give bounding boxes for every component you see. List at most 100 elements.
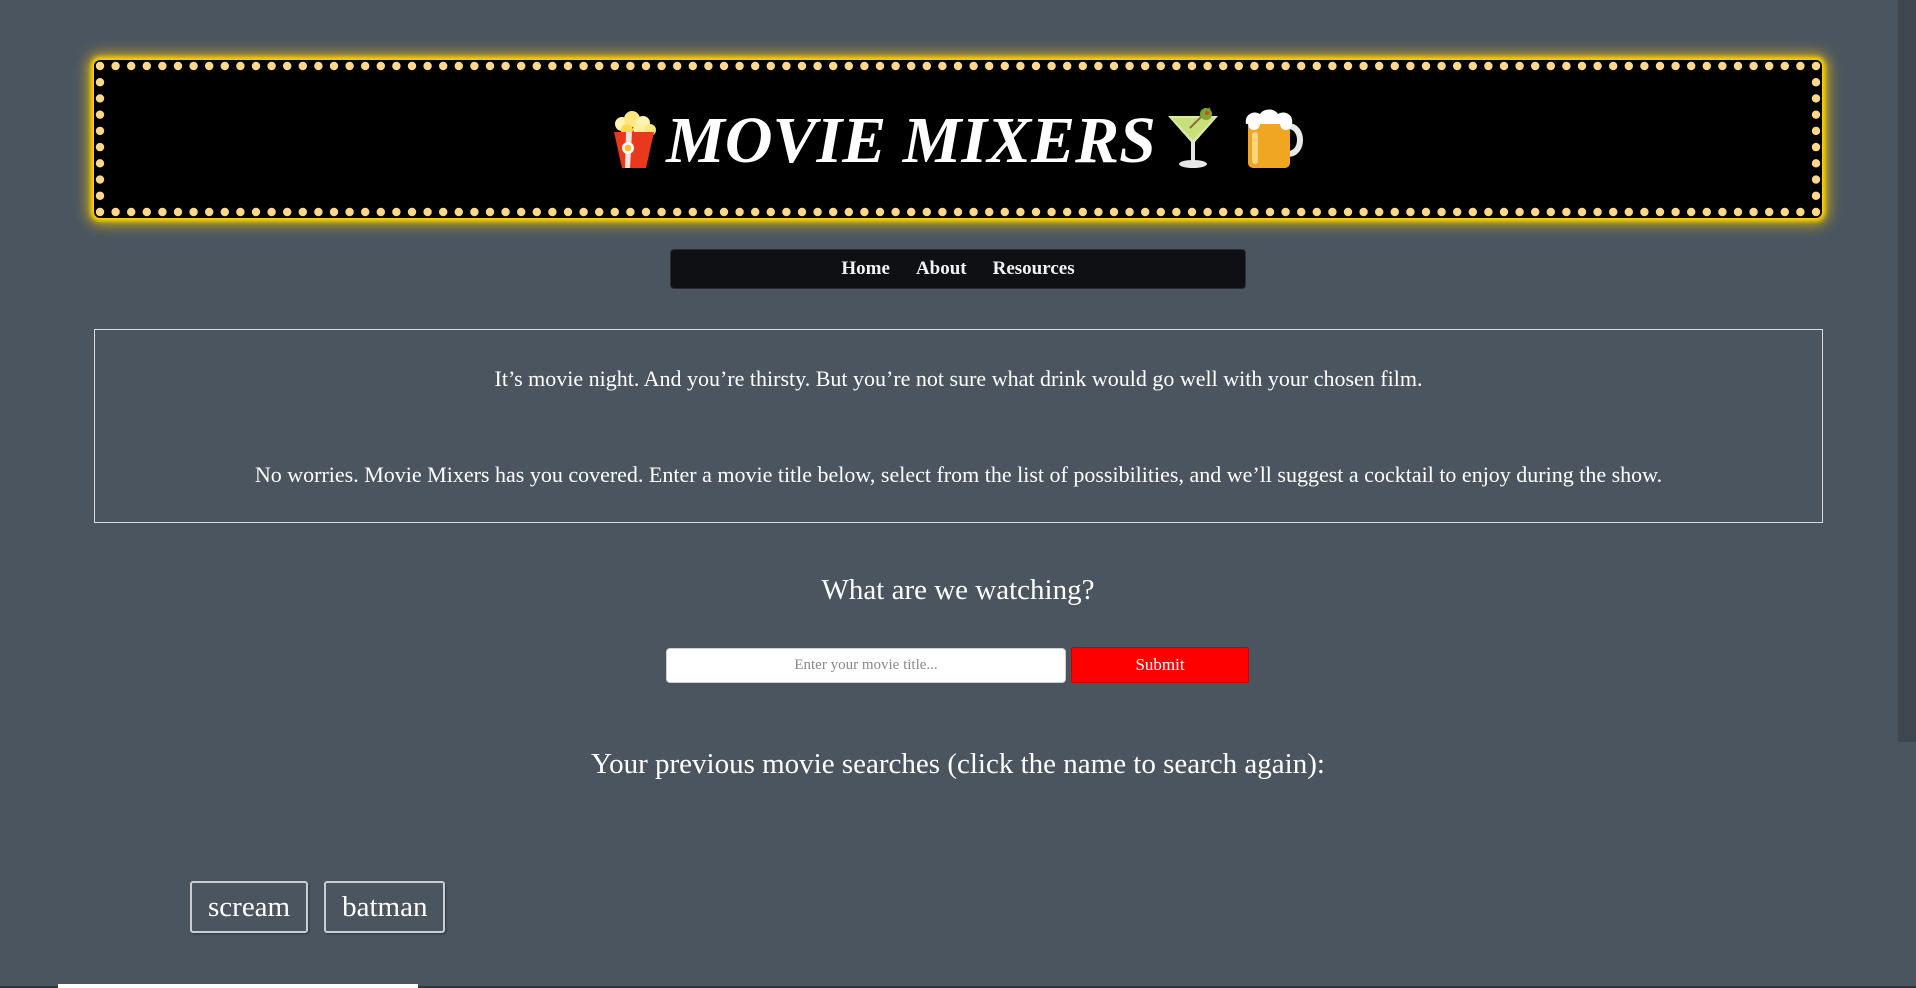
marquee-bulb [844, 61, 853, 71]
marquee-bulb [844, 207, 853, 217]
marquee-bulb [95, 207, 105, 217]
page: MOVIE MIXERS Home About Resources It’s m… [0, 0, 1916, 988]
marquee-bulb [1094, 207, 1103, 217]
marquee-bulb [485, 61, 495, 71]
marquee-bulb [1718, 61, 1727, 71]
marquee-bulb [1687, 207, 1696, 217]
marquee-bulb [1250, 61, 1259, 71]
marquee-bulb [1375, 207, 1384, 217]
marquee-bulb [1063, 61, 1072, 71]
marquee-bulb [1499, 207, 1509, 217]
marquee-bulb [1671, 207, 1680, 217]
marquee-bulb [1312, 61, 1322, 71]
marquee-bulb [251, 61, 261, 71]
marquee-bulb [95, 126, 105, 136]
marquee-bulb [938, 61, 947, 71]
marquee-bulb [610, 61, 619, 71]
marquee-bulb [1796, 61, 1805, 71]
history-item-batman[interactable]: batman [324, 881, 446, 933]
movie-title-input[interactable] [666, 648, 1066, 683]
marquee-bulb [1593, 61, 1602, 71]
marquee-bulb [1546, 61, 1556, 71]
marquee-bulb [922, 61, 931, 71]
marquee-bulb [626, 61, 635, 71]
marquee-bulb [797, 61, 807, 71]
site-title: MOVIE MIXERS [666, 104, 1156, 177]
beer-mug-icon [1240, 106, 1310, 177]
marquee-bulb [657, 61, 666, 71]
cocktail-icon [1162, 106, 1224, 177]
marquee-bulb [1359, 207, 1368, 217]
marquee-bulb [470, 207, 479, 217]
marquee-bulb [1609, 207, 1618, 217]
marquee-bulb [1281, 207, 1290, 217]
marquee-bulb [1406, 61, 1415, 71]
marquee-bulb [579, 61, 588, 71]
marquee-bulb [501, 207, 510, 217]
marquee-bulb [813, 207, 822, 217]
marquee-bulb [127, 61, 136, 71]
marquee-bulb [673, 61, 682, 71]
marquee-bulb [1811, 159, 1821, 168]
marquee-bulb [267, 207, 276, 217]
marquee-bulb [142, 61, 151, 71]
marquee-bulb [1733, 61, 1743, 71]
marquee-bulb [1219, 61, 1228, 71]
marquee-bulb [1499, 61, 1509, 71]
marquee-bulb [345, 61, 354, 71]
marquee-bulb [329, 207, 339, 217]
marquee-bulb [298, 207, 307, 217]
marquee-bulb [1484, 207, 1493, 217]
marquee-bulb [1562, 207, 1571, 217]
history-item-scream[interactable]: scream [190, 881, 309, 933]
marquee-bulb [875, 61, 885, 71]
marquee-bulb [641, 207, 651, 217]
nav-link-home[interactable]: Home [841, 258, 890, 280]
marquee-bulb [1031, 207, 1041, 217]
marquee-bulb [532, 207, 541, 217]
intro-box: It’s movie night. And you’re thirsty. Bu… [94, 329, 1823, 523]
marquee-bulb [439, 207, 448, 217]
marquee-bulb [423, 207, 432, 217]
marquee-bulb [766, 61, 775, 71]
marquee-bulb [95, 142, 105, 152]
marquee-bulb [1546, 207, 1556, 217]
marquee-bulb [1281, 61, 1290, 71]
marquee-bulb [595, 61, 604, 71]
marquee-bulb [1063, 207, 1072, 217]
horizontal-scrollbar-thumb[interactable] [58, 984, 418, 988]
marquee-bulb [1811, 110, 1821, 119]
marquee-bulb [1328, 61, 1337, 71]
marquee-bulb [782, 207, 791, 217]
marquee-bulb [1406, 207, 1415, 217]
marquee-bulb [95, 94, 105, 103]
marquee-bulb [922, 207, 931, 217]
submit-button[interactable]: Submit [1071, 647, 1249, 683]
marquee-bulb [95, 191, 105, 200]
marquee-bulb [751, 61, 760, 71]
marquee-bulb [1421, 207, 1431, 217]
marquee-bulb [907, 61, 916, 71]
marquee-bulb [1640, 61, 1649, 71]
nav-link-resources[interactable]: Resources [993, 258, 1075, 280]
marquee-bulb [548, 61, 557, 71]
marquee-bulb [969, 207, 978, 217]
marquee-bulb [1343, 61, 1353, 71]
marquee-bulb [891, 61, 900, 71]
marquee-bulb [127, 207, 136, 217]
vertical-scrollbar[interactable] [1898, 0, 1916, 742]
nav-link-about[interactable]: About [916, 258, 967, 280]
marquee-bulb [173, 207, 183, 217]
marquee-bulb [173, 61, 183, 71]
marquee-bulb [1811, 94, 1821, 103]
marquee-bulb [1811, 191, 1821, 200]
marquee-bulb [985, 61, 994, 71]
marquee-bulb [142, 207, 151, 217]
marquee-bulb [1531, 61, 1540, 71]
marquee-bulb [1390, 61, 1400, 71]
marquee-bulb [361, 207, 370, 217]
marquee-bulb [1187, 61, 1197, 71]
marquee-bulb [95, 78, 105, 87]
marquee-bulb [1796, 207, 1805, 217]
marquee-bulb [1359, 61, 1368, 71]
